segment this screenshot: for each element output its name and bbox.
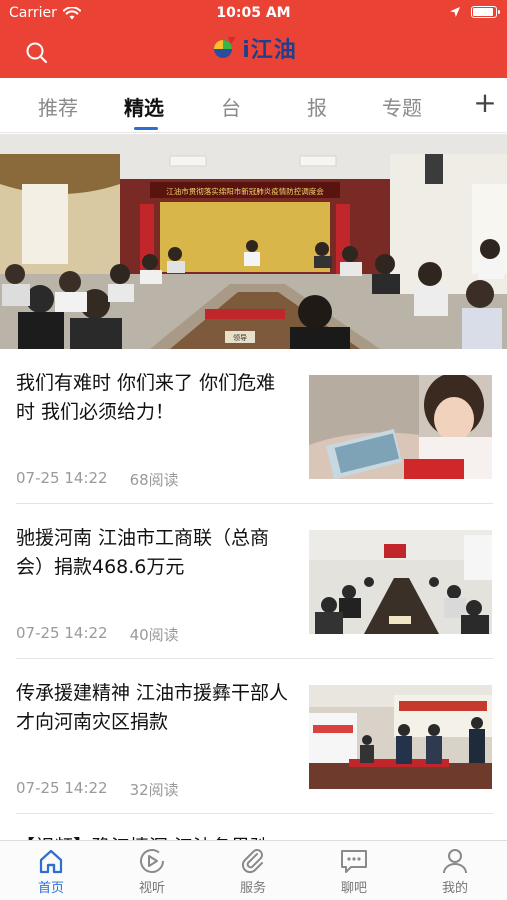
news-date: 07-25 14:22 bbox=[16, 624, 108, 642]
status-indicators bbox=[449, 6, 500, 18]
bottom-tab-bar: 首页 视听 服务 聊吧 我的 bbox=[0, 840, 507, 900]
tab-newspaper[interactable]: 报 bbox=[307, 92, 327, 121]
user-icon bbox=[443, 849, 467, 874]
tab-featured[interactable]: 精选 bbox=[124, 92, 164, 121]
home-icon bbox=[39, 849, 63, 874]
news-date: 07-25 14:22 bbox=[16, 469, 108, 487]
news-read-count: 32阅读 bbox=[129, 781, 179, 799]
nav-label: 服务 bbox=[239, 881, 266, 896]
status-bar: Carrier 10:05 AM bbox=[0, 0, 507, 28]
nav-label: 我的 bbox=[441, 881, 468, 896]
paperclip-icon bbox=[241, 849, 263, 874]
news-thumbnail bbox=[309, 530, 492, 634]
hero-banner[interactable]: 江油市贯彻落实绵阳市新冠肺炎疫情防控调度会 领导 bbox=[0, 134, 507, 349]
nav-label: 首页 bbox=[37, 881, 64, 896]
nav-home[interactable]: 首页 bbox=[11, 847, 91, 899]
hero-banner-text: 江油市贯彻落实绵阳市新冠肺炎疫情防控调度会 bbox=[166, 186, 324, 196]
location-arrow-icon bbox=[450, 7, 460, 17]
news-meta: 07-25 14:22 32阅读 bbox=[16, 779, 179, 800]
news-item[interactable]: 我们有难时 你们来了 你们危难时 我们必须给力！ 07-25 14:22 68阅… bbox=[0, 349, 507, 504]
news-date: 07-25 14:22 bbox=[16, 779, 108, 797]
hero-meeting-photo: 江油市贯彻落实绵阳市新冠肺炎疫情防控调度会 领导 bbox=[0, 134, 507, 349]
news-meta: 07-25 14:22 68阅读 bbox=[16, 469, 179, 490]
tab-topics[interactable]: 专题 bbox=[382, 92, 422, 121]
news-thumbnail-image bbox=[309, 530, 492, 634]
news-thumbnail-image bbox=[309, 685, 492, 789]
logo-text: i江油 bbox=[242, 38, 297, 63]
news-title: 驰援河南 江油市工商联（总商会）捐款468.6万元 bbox=[16, 527, 270, 578]
hero-table-sign: 领导 bbox=[233, 333, 247, 342]
app-header: Carrier 10:05 AM i江油 bbox=[0, 0, 507, 78]
tab-recommend[interactable]: 推荐 bbox=[38, 92, 78, 121]
active-tab-indicator bbox=[134, 127, 158, 130]
tab-tv[interactable]: 台 bbox=[221, 92, 241, 121]
nav-video[interactable]: 视听 bbox=[112, 847, 192, 899]
play-icon bbox=[140, 849, 164, 873]
status-time: 10:05 AM bbox=[216, 5, 291, 21]
nav-profile[interactable]: 我的 bbox=[415, 847, 495, 899]
news-title: 我们有难时 你们来了 你们危难时 我们必须给力！ bbox=[16, 372, 276, 423]
news-meta: 07-25 14:22 40阅读 bbox=[16, 624, 179, 645]
news-read-count: 68阅读 bbox=[129, 471, 179, 489]
chat-icon bbox=[341, 850, 367, 873]
news-read-count: 40阅读 bbox=[129, 626, 179, 644]
battery-icon bbox=[471, 6, 500, 18]
news-item[interactable]: 传承援建精神 江油市援彝干部人才向河南灾区捐款 07-25 14:22 32阅读 bbox=[0, 659, 507, 814]
channel-tabs: 推荐 精选 台 报 专题 + bbox=[0, 78, 507, 133]
news-thumbnail bbox=[309, 685, 492, 789]
news-thumbnail-image bbox=[309, 375, 492, 479]
nav-label: 聊吧 bbox=[340, 881, 367, 896]
logo-mark-icon bbox=[214, 37, 237, 58]
news-thumbnail bbox=[309, 375, 492, 479]
add-channel-button[interactable]: + bbox=[472, 88, 498, 118]
app-logo: i江油 bbox=[0, 32, 507, 64]
nav-chat[interactable]: 聊吧 bbox=[314, 847, 394, 899]
news-item[interactable]: 驰援河南 江油市工商联（总商会）捐款468.6万元 07-25 14:22 40… bbox=[0, 504, 507, 659]
battery-level bbox=[473, 8, 493, 16]
nav-services[interactable]: 服务 bbox=[213, 847, 293, 899]
nav-label: 视听 bbox=[138, 881, 165, 896]
news-title: 传承援建精神 江油市援彝干部人才向河南灾区捐款 bbox=[16, 682, 289, 733]
